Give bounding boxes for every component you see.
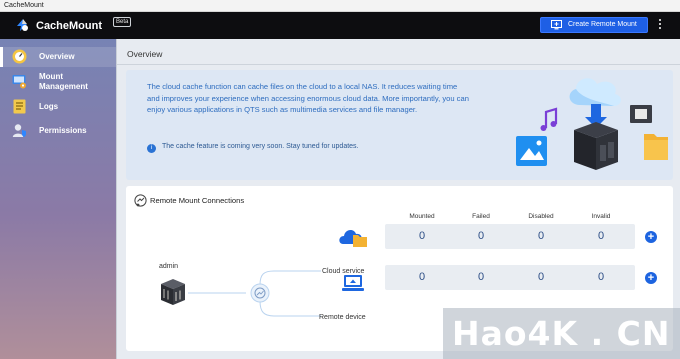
dashboard-gauge-icon bbox=[12, 49, 27, 64]
banner-note: i The cache feature is coming very soon. … bbox=[147, 143, 359, 153]
remote-laptop-icon bbox=[342, 275, 364, 291]
cloud-mounted-count: 0 bbox=[418, 230, 426, 242]
remote-disabled-count: 0 bbox=[537, 271, 545, 283]
watermark: Hao4K . CN bbox=[443, 308, 680, 359]
sidebar-item-mount-management[interactable]: Mount Management bbox=[0, 71, 116, 93]
create-remote-mount-label: Create Remote Mount bbox=[568, 21, 637, 28]
app-header: CacheMount Beta Create Remote Mount bbox=[0, 12, 680, 39]
remote-mounted-count: 0 bbox=[418, 271, 426, 283]
cloud-invalid-count: 0 bbox=[597, 230, 605, 242]
overview-banner: The cloud cache function can cache files… bbox=[126, 70, 673, 180]
add-cloud-service-button[interactable]: + bbox=[645, 231, 657, 243]
connection-diagram: admin Cloud service Remote device bbox=[126, 216, 386, 351]
cloud-disabled-count: 0 bbox=[537, 230, 545, 242]
column-header-disabled: Disabled bbox=[528, 213, 554, 220]
banner-note-text: The cache feature is coming very soon. S… bbox=[162, 143, 359, 150]
cachemount-logo-icon bbox=[17, 19, 28, 31]
cloud-cache-illustration bbox=[516, 78, 668, 170]
cloud-failed-count: 0 bbox=[477, 230, 485, 242]
card-title: Remote Mount Connections bbox=[150, 196, 245, 205]
app-name: CacheMount bbox=[36, 20, 102, 32]
window-title-bar: CacheMount bbox=[0, 0, 680, 12]
add-remote-device-button[interactable]: + bbox=[645, 272, 657, 284]
connections-icon bbox=[134, 194, 147, 207]
sidebar-item-label: Overview bbox=[39, 52, 75, 61]
watermark-text: Hao4K . CN bbox=[452, 314, 671, 353]
page-title: Overview bbox=[127, 49, 163, 59]
remote-device-label: Remote device bbox=[319, 314, 366, 321]
monitor-plus-icon bbox=[551, 20, 562, 30]
sidebar-item-label-line2: Management bbox=[39, 82, 88, 91]
logs-list-icon bbox=[13, 99, 26, 114]
title-divider bbox=[117, 64, 680, 65]
cloud-service-stats-row: 0 0 0 0 bbox=[385, 224, 635, 249]
remote-invalid-count: 0 bbox=[597, 271, 605, 283]
sidebar-item-permissions[interactable]: Permissions bbox=[0, 121, 116, 141]
cloud-folder-icon bbox=[339, 230, 367, 247]
remote-device-stats-row: 0 0 0 0 bbox=[385, 265, 635, 290]
sidebar-item-logs[interactable]: Logs bbox=[0, 97, 116, 117]
column-header-invalid: Invalid bbox=[591, 213, 611, 220]
column-header-mounted: Mounted bbox=[409, 213, 435, 220]
sidebar-item-label-line1: Mount bbox=[39, 72, 63, 81]
column-header-failed: Failed bbox=[472, 213, 490, 220]
sidebar-item-label: Permissions bbox=[39, 126, 87, 135]
info-icon: i bbox=[147, 144, 156, 153]
remote-failed-count: 0 bbox=[477, 271, 485, 283]
user-shield-icon bbox=[12, 124, 26, 137]
beta-badge: Beta bbox=[113, 17, 132, 27]
window-title: CacheMount bbox=[4, 2, 44, 9]
nas-device-icon bbox=[161, 279, 185, 305]
banner-description: The cloud cache function can cache files… bbox=[147, 82, 469, 114]
more-options-icon[interactable] bbox=[657, 17, 663, 33]
create-remote-mount-button[interactable]: Create Remote Mount bbox=[540, 17, 648, 33]
mount-gear-icon bbox=[12, 75, 26, 89]
sidebar-item-label: Logs bbox=[39, 102, 59, 111]
sidebar: Overview Mount Management Logs Permissio… bbox=[0, 39, 116, 359]
sidebar-item-overview[interactable]: Overview bbox=[0, 47, 116, 67]
